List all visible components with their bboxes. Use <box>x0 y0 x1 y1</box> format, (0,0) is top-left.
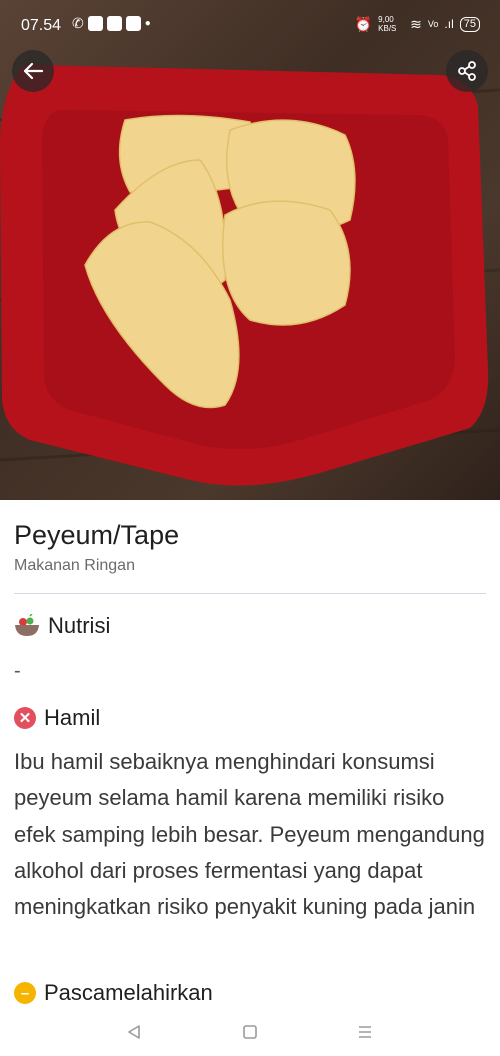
alarm-icon: ⏰ <box>354 15 373 32</box>
pascamelahirkan-section-header: – Pascamelahirkan <box>14 980 213 1006</box>
hamil-label: Hamil <box>44 705 101 730</box>
wifi-icon: ≋ <box>410 15 422 32</box>
whatsapp-icon: ✆ <box>72 15 84 31</box>
battery-icon: 75 <box>459 16 480 32</box>
pascamelahirkan-label: Pascamelahirkan <box>44 980 213 1005</box>
food-category: Makanan Ringan <box>14 557 135 574</box>
back-button[interactable] <box>12 50 54 92</box>
calendar-icon <box>125 16 141 31</box>
nav-home-button[interactable] <box>238 1020 262 1044</box>
menu-lines-icon <box>359 1026 371 1038</box>
nutrisi-label: Nutrisi <box>48 613 111 638</box>
square-home-icon <box>243 1025 257 1039</box>
signal-icon: .ıl <box>444 17 454 31</box>
arrow-left-icon <box>23 62 44 80</box>
system-icons: ⏰ 9,00 KB/S ≋ Vo .ıl 75 <box>355 15 480 33</box>
status-time: 07.54 <box>21 17 62 34</box>
app-notification-icon <box>87 16 103 31</box>
system-navigation-bar <box>0 1008 500 1056</box>
nav-back-button[interactable] <box>122 1020 146 1044</box>
nutrisi-content: - <box>14 660 21 682</box>
triangle-back-icon <box>128 1025 140 1039</box>
volte-icon: Vo <box>427 19 439 29</box>
bowl-icon <box>15 614 39 636</box>
food-image <box>0 64 500 486</box>
net-speed: 9,00 KB/S <box>378 15 397 33</box>
food-title: Peyeum/Tape <box>14 520 180 550</box>
nutrisi-section-header: Nutrisi <box>14 613 110 639</box>
youtube-icon <box>106 16 122 31</box>
x-circle-icon: ✕ <box>14 707 36 729</box>
share-button[interactable] <box>446 50 488 92</box>
status-bar: 07.54 ✆ ● ⏰ 9,00 KB/S ≋ Vo .ıl 75 <box>0 0 500 52</box>
notification-icons: ✆ ● <box>72 15 151 32</box>
divider <box>14 593 486 594</box>
hamil-description: Ibu hamil sebaiknya menghindari konsumsi… <box>14 749 485 920</box>
hamil-section-header: ✕ Hamil <box>14 705 100 731</box>
food-photo: 07.54 ✆ ● ⏰ 9,00 KB/S ≋ Vo .ıl 75 <box>0 0 500 500</box>
nav-menu-button[interactable] <box>353 1020 377 1044</box>
more-notifications-dot: ● <box>144 18 151 29</box>
minus-circle-icon: – <box>14 982 36 1004</box>
share-icon <box>458 61 476 81</box>
